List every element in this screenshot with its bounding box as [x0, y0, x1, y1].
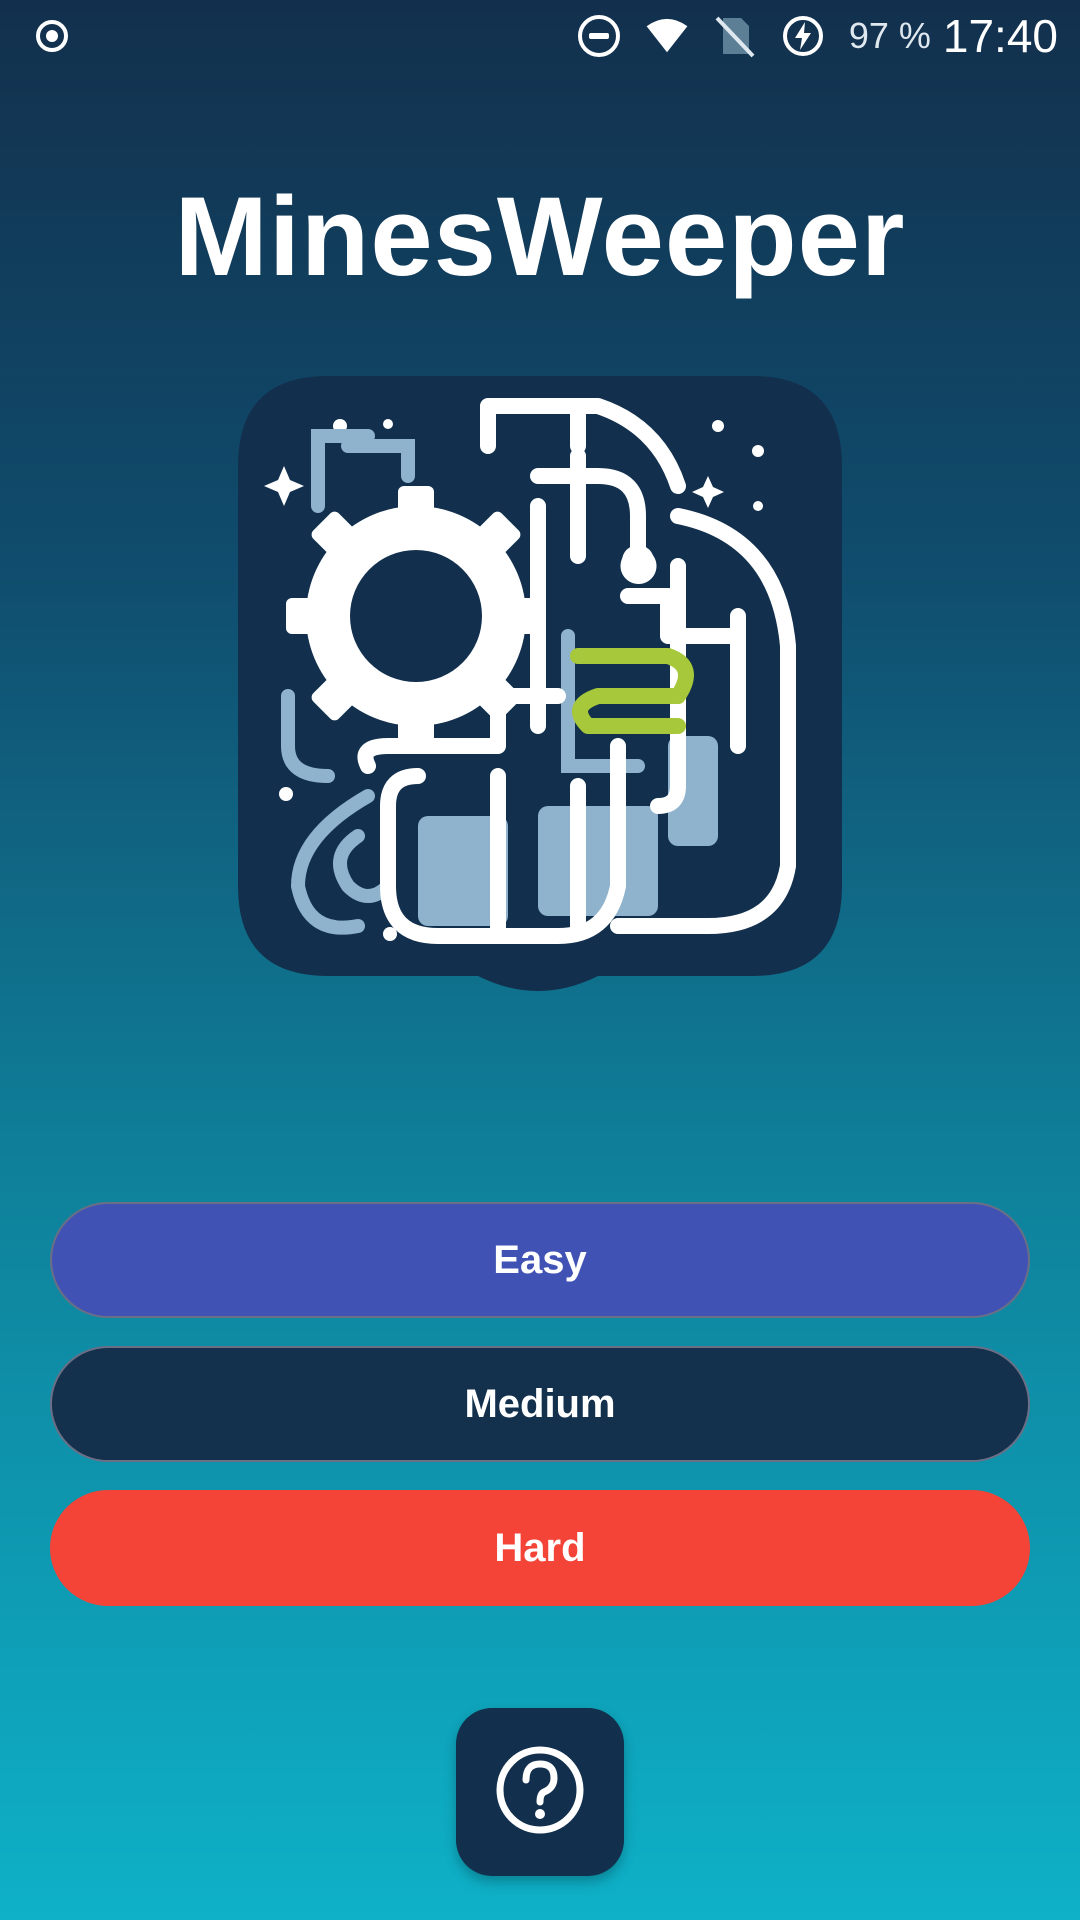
battery-percentage: 97 % [848, 15, 931, 56]
medium-button[interactable]: Medium [50, 1346, 1030, 1462]
brain-gear-logo-icon [238, 366, 842, 1000]
wifi-icon [645, 14, 689, 58]
hard-button[interactable]: Hard [50, 1490, 1030, 1606]
easy-button[interactable]: Easy [50, 1202, 1030, 1318]
battery-charging-icon [781, 14, 825, 58]
help-button[interactable] [456, 1708, 624, 1876]
status-icons: 97 % 17:40 [577, 10, 1058, 62]
app-title: MinesWeeper [174, 174, 906, 299]
status-bar: 97 % 17:40 [0, 0, 1080, 72]
help-icon [494, 1744, 586, 1841]
no-sim-icon [713, 14, 757, 58]
clock: 17:40 [942, 10, 1058, 62]
do-not-disturb-icon [577, 14, 621, 58]
record-icon [34, 18, 70, 54]
